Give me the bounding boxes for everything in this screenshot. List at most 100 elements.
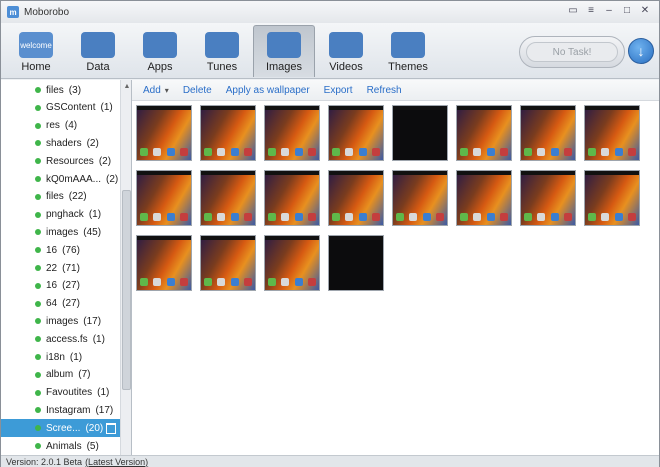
image-thumbnail[interactable] <box>200 235 256 291</box>
nav-apps[interactable]: Apps <box>129 25 191 77</box>
image-thumbnail[interactable] <box>264 235 320 291</box>
folder-bullet-icon <box>35 318 41 325</box>
folder-label: files <box>46 191 64 203</box>
home-icon: welcome <box>19 32 53 58</box>
nav-label: Home <box>21 61 51 73</box>
folder-item[interactable]: Favoutites (1) <box>1 384 120 402</box>
action-refresh[interactable]: Refresh <box>367 85 402 96</box>
nav-home[interactable]: welcome Home <box>5 25 67 77</box>
folder-count: (5) <box>86 440 99 452</box>
dock-icons <box>204 278 252 286</box>
image-thumbnail[interactable] <box>264 170 320 226</box>
scroll-thumb[interactable] <box>122 190 131 390</box>
action-bar: Add ▾ Delete Apply as wallpaper Export Refres… <box>132 80 659 101</box>
folder-item[interactable]: album (7) <box>1 366 120 384</box>
nav-videos[interactable]: Videos <box>315 25 377 77</box>
add-dropdown-icon[interactable]: ▾ <box>165 86 169 95</box>
image-thumbnail[interactable] <box>264 105 320 161</box>
folder-item[interactable]: images (45) <box>1 223 120 241</box>
download-icon[interactable]: ↓ <box>628 38 654 64</box>
image-thumbnail[interactable] <box>200 170 256 226</box>
task-indicator[interactable]: No Task! <box>519 36 625 68</box>
folder-item[interactable]: files (3) <box>1 81 120 99</box>
nav-themes[interactable]: Themes <box>377 25 439 77</box>
folder-item[interactable]: shaders (2) <box>1 134 120 152</box>
image-thumbnail[interactable] <box>200 105 256 161</box>
folder-bullet-icon <box>35 336 41 343</box>
action-apply-as-wallpaper[interactable]: Apply as wallpaper <box>226 85 310 96</box>
folder-item[interactable]: images (17) <box>1 312 120 330</box>
image-thumbnail[interactable] <box>136 170 192 226</box>
folder-count: (1) <box>97 387 110 399</box>
folder-bullet-icon <box>35 407 41 414</box>
image-pane: Add ▾ Delete Apply as wallpaper Export Refres… <box>132 80 659 455</box>
folder-label: files <box>46 84 64 96</box>
image-thumbnail[interactable] <box>456 170 512 226</box>
app-window: m Moborobo ▭ ≡ – □ ✕ welcome Home Data Apps… <box>0 0 660 467</box>
image-thumbnail[interactable] <box>328 105 384 161</box>
image-thumbnail[interactable] <box>392 170 448 226</box>
scroll-up-icon[interactable]: ▲ <box>121 80 131 92</box>
image-thumbnail[interactable] <box>392 105 448 161</box>
task-label: No Task! <box>526 42 618 62</box>
folder-item[interactable]: 16 (76) <box>1 241 120 259</box>
folder-item[interactable]: files (22) <box>1 188 120 206</box>
image-thumbnail[interactable] <box>584 170 640 226</box>
folder-item[interactable]: res (4) <box>1 117 120 135</box>
folder-item[interactable]: Animals (5) <box>1 437 120 455</box>
folder-item[interactable]: Scree... (20) <box>1 419 120 438</box>
folder-label: shaders <box>46 137 82 149</box>
nav-images[interactable]: Images <box>253 25 315 77</box>
folder-count: (2) <box>98 155 112 167</box>
folder-item[interactable]: kQ0mAAA... (2) <box>1 170 120 188</box>
minimize-icon[interactable]: – <box>603 5 615 17</box>
folder-label: album <box>46 369 74 381</box>
folder-item[interactable]: 64 (27) <box>1 295 120 313</box>
image-thumbnail[interactable] <box>328 235 384 291</box>
image-thumbnail[interactable] <box>520 105 576 161</box>
menu-icon[interactable]: ≡ <box>585 5 597 17</box>
folder-item[interactable]: 22 (71) <box>1 259 120 277</box>
action-export[interactable]: Export <box>324 85 353 96</box>
folder-bullet-icon <box>35 104 41 111</box>
nav-label: Themes <box>388 61 428 73</box>
dock-icons <box>332 148 380 156</box>
close-icon[interactable]: ✕ <box>639 5 651 17</box>
status-strip <box>265 236 319 240</box>
folder-item[interactable]: access.fs (1) <box>1 330 120 348</box>
nav-tunes[interactable]: Tunes <box>191 25 253 77</box>
nav-label: Data <box>86 61 110 73</box>
folder-item[interactable]: Resources (2) <box>1 152 120 170</box>
folder-item[interactable]: pnghack (1) <box>1 206 120 224</box>
latest-version-link[interactable]: (Latest Version) <box>85 457 148 467</box>
trash-icon[interactable] <box>106 422 116 434</box>
folder-label: Resources <box>46 155 94 167</box>
folder-bullet-icon <box>35 389 41 396</box>
action-add[interactable]: Add <box>143 85 161 96</box>
image-thumbnail[interactable] <box>136 105 192 161</box>
folder-item[interactable]: GSContent (1) <box>1 99 120 117</box>
image-thumbnail[interactable] <box>328 170 384 226</box>
dock-icons <box>268 148 316 156</box>
status-bar: Version: 2.0.1 Beta (Latest Version) <box>1 455 659 467</box>
sidebar-scrollbar[interactable]: ▲ <box>120 80 131 455</box>
folder-bullet-icon <box>35 176 41 182</box>
status-strip <box>329 171 383 175</box>
folder-item[interactable]: 16 (27) <box>1 277 120 295</box>
folder-count: (17) <box>83 315 102 327</box>
folder-item[interactable]: i18n (1) <box>1 348 120 366</box>
status-strip <box>201 236 255 240</box>
dock-icons <box>140 213 188 221</box>
nav-data[interactable]: Data <box>67 25 129 77</box>
folder-label: images <box>46 226 79 238</box>
maximize-icon[interactable]: □ <box>621 5 633 17</box>
chat-icon[interactable]: ▭ <box>567 5 579 17</box>
folder-item[interactable]: Instagram (17) <box>1 401 120 419</box>
image-thumbnail[interactable] <box>136 235 192 291</box>
image-thumbnail[interactable] <box>456 105 512 161</box>
action-delete[interactable]: Delete <box>183 85 212 96</box>
image-thumbnail[interactable] <box>520 170 576 226</box>
status-strip <box>393 171 447 175</box>
nav-label: Images <box>265 61 303 73</box>
image-thumbnail[interactable] <box>584 105 640 161</box>
